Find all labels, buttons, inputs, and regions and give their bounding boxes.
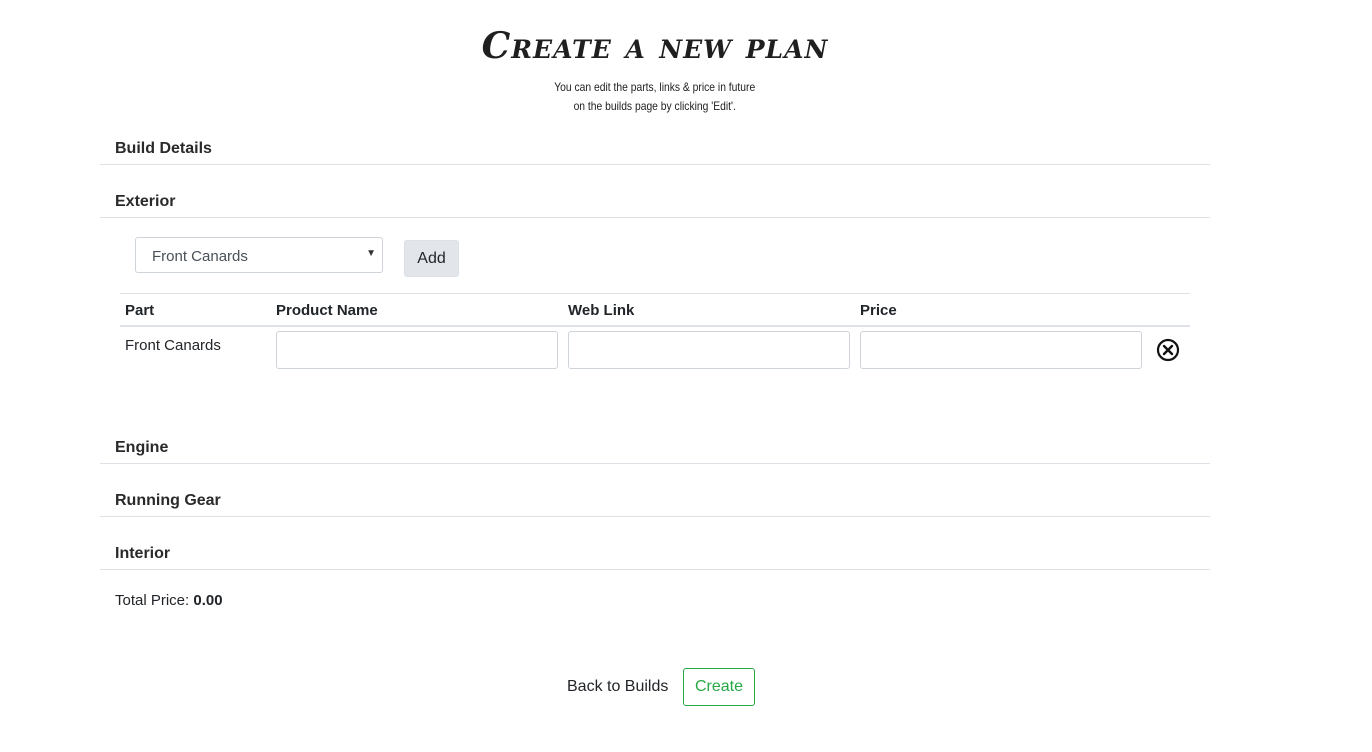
section-build-details[interactable]: Build Details (100, 134, 1210, 165)
section-label: Engine (115, 439, 169, 456)
subtitle-line-2: on the builds page by clicking 'Edit'. (573, 99, 736, 113)
section-running-gear[interactable]: Running Gear (100, 486, 1210, 517)
section-label: Running Gear (115, 492, 221, 509)
web-link-cell (563, 326, 855, 369)
table-row: Front Canards (120, 326, 1190, 369)
section-label: Interior (115, 545, 171, 562)
table-header-row: Part Product Name Web Link Price (120, 293, 1190, 327)
parts-table: Part Product Name Web Link Price Front C… (120, 293, 1190, 369)
price-input[interactable] (860, 331, 1142, 369)
close-circle-icon[interactable] (1156, 338, 1180, 366)
total-price: Total Price: 0.00 (115, 592, 223, 609)
column-header-product-name: Product Name (271, 293, 563, 327)
part-select-value: Front Canards (152, 248, 248, 265)
column-header-actions (1147, 293, 1190, 327)
subtitle-line-1: You can edit the parts, links & price in… (554, 80, 756, 94)
product-name-input[interactable] (276, 331, 558, 369)
price-cell (855, 326, 1147, 369)
total-price-value: 0.00 (193, 592, 223, 609)
section-label: Build Details (115, 140, 212, 157)
actions-cell (1147, 326, 1190, 369)
section-label: Exterior (115, 193, 176, 210)
section-interior[interactable]: Interior (100, 539, 1210, 570)
product-name-cell (271, 326, 563, 369)
section-exterior[interactable]: Exterior (100, 187, 1210, 218)
chevron-down-icon: ▼ (366, 248, 376, 259)
back-to-builds-link[interactable]: Back to Builds (567, 678, 668, 696)
page-title: Create a new plan (481, 25, 829, 67)
part-select[interactable]: Front Canards ▼ (135, 237, 383, 273)
add-part-button[interactable]: Add (404, 240, 459, 277)
column-header-price: Price (855, 293, 1147, 327)
page-subtitle: You can edit the parts, links & price in… (91, 78, 1218, 116)
part-name-cell: Front Canards (125, 337, 221, 354)
column-header-part: Part (120, 293, 271, 327)
total-price-label: Total Price: (115, 592, 190, 609)
column-header-web-link: Web Link (563, 293, 855, 327)
create-button[interactable]: Create (683, 668, 755, 706)
section-engine[interactable]: Engine (100, 433, 1210, 464)
web-link-input[interactable] (568, 331, 850, 369)
